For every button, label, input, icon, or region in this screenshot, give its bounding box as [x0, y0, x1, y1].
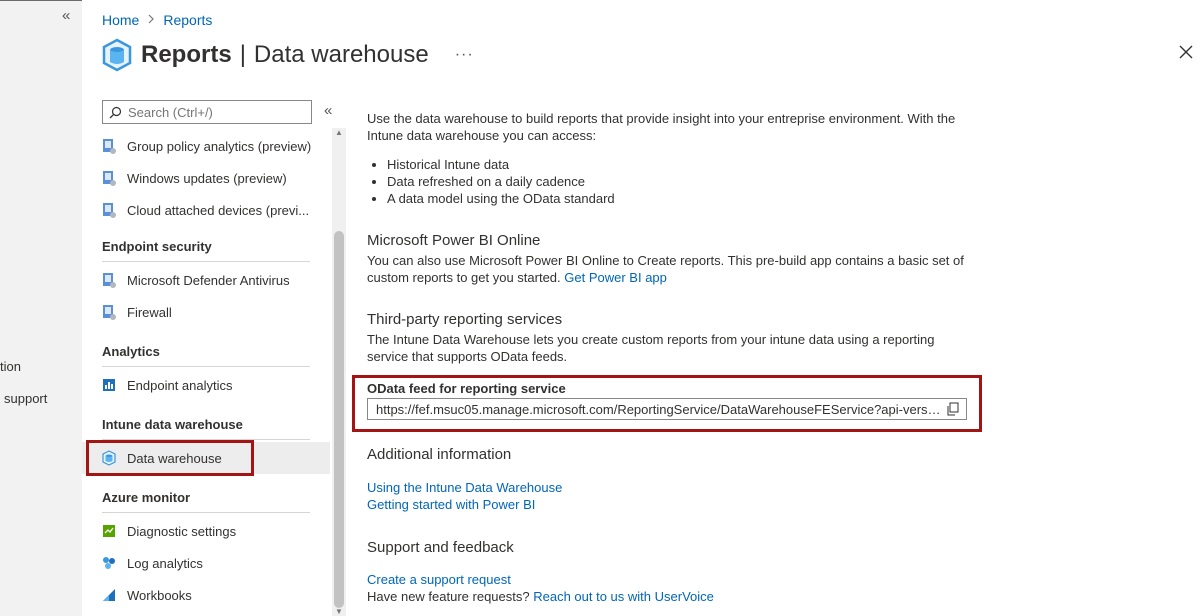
scroll-up-icon[interactable]: ▲	[335, 128, 343, 137]
diagnostic-icon	[103, 525, 115, 537]
thirdparty-heading: Third-party reporting services	[367, 311, 563, 328]
portal-nav-item[interactable]: support	[4, 391, 47, 406]
copy-icon[interactable]	[946, 402, 960, 416]
policy-icon	[103, 203, 116, 218]
menu-item-workbooks[interactable]: Workbooks	[82, 579, 330, 611]
section-analytics: Analytics	[102, 344, 310, 367]
portal-nav-item[interactable]: tion	[0, 359, 21, 374]
menu-search-input[interactable]	[128, 104, 308, 120]
collapse-menu-icon[interactable]: «	[324, 102, 332, 119]
resource-menu: Group policy analytics (preview) Windows…	[82, 130, 330, 616]
menu-item-label: Diagnostic settings	[127, 523, 237, 539]
intro-text: Intune data warehouse you can access:	[367, 128, 597, 143]
thirdparty-text: The Intune Data Warehouse lets you creat…	[367, 332, 935, 347]
intune-data-warehouse-link[interactable]: Using the Intune Data Warehouse	[367, 479, 562, 496]
menu-item-group-policy-analytics[interactable]: Group policy analytics (preview)	[82, 130, 330, 162]
support-heading: Support and feedback	[367, 539, 514, 556]
data-warehouse-icon	[102, 450, 116, 466]
search-icon	[109, 106, 122, 118]
section-intune-data-warehouse: Intune data warehouse	[102, 417, 310, 440]
odata-feed-url[interactable]: https://fef.msuc05.manage.microsoft.com/…	[376, 401, 942, 418]
intro-text: Use the data warehouse to build reports …	[367, 111, 956, 126]
policy-icon	[103, 273, 116, 288]
log-analytics-icon	[103, 557, 115, 569]
odata-feed-field[interactable]: https://fef.msuc05.manage.microsoft.com/…	[367, 398, 967, 420]
page-title: Reports	[141, 41, 232, 68]
menu-item-label: Microsoft Defender Antivirus	[127, 272, 290, 288]
workbooks-icon	[103, 589, 115, 601]
menu-search-box[interactable]	[102, 100, 312, 124]
powerbi-heading: Microsoft Power BI Online	[367, 232, 541, 249]
powerbi-text: custom reports to get you started.	[367, 270, 561, 285]
section-endpoint-security: Endpoint security	[102, 239, 310, 262]
policy-icon	[103, 171, 116, 186]
list-item: Historical Intune data	[387, 156, 615, 173]
menu-item-label: Firewall	[127, 304, 172, 320]
menu-item-label: Windows updates (preview)	[127, 170, 287, 186]
feature-request-text: Have new feature requests?	[367, 589, 530, 604]
close-icon[interactable]	[1176, 42, 1196, 62]
section-azure-monitor: Azure monitor	[102, 490, 310, 513]
menu-item-log-analytics[interactable]: Log analytics	[82, 547, 330, 579]
list-item: Data refreshed on a daily cadence	[387, 173, 615, 190]
menu-item-label: Group policy analytics (preview)	[127, 138, 312, 154]
list-item: A data model using the OData standard	[387, 190, 615, 207]
scroll-down-icon[interactable]: ▼	[335, 607, 343, 616]
data-warehouse-icon	[102, 38, 132, 72]
page-header: Reports | Data warehouse ···	[102, 38, 474, 72]
feature-list: Historical Intune data Data refreshed on…	[387, 156, 615, 207]
breadcrumb-home[interactable]: Home	[102, 12, 139, 28]
analytics-icon	[103, 379, 115, 391]
menu-item-endpoint-analytics[interactable]: Endpoint analytics	[82, 369, 330, 401]
portal-nav: « tion support	[0, 0, 82, 616]
get-powerbi-app-link[interactable]: Get Power BI app	[564, 270, 667, 285]
page-subtitle: Data warehouse	[253, 41, 429, 68]
menu-item-label: Cloud attached devices (previ...	[127, 202, 310, 218]
scrollbar-thumb[interactable]	[334, 231, 344, 608]
getting-started-powerbi-link[interactable]: Getting started with Power BI	[367, 496, 535, 513]
menu-item-label: Log analytics	[127, 555, 203, 571]
menu-item-diagnostic-settings[interactable]: Diagnostic settings	[82, 515, 330, 547]
breadcrumb-reports[interactable]: Reports	[163, 12, 212, 28]
menu-item-firewall[interactable]: Firewall	[82, 296, 330, 328]
app-window: « tion support Home Reports Reports | Da…	[0, 0, 1200, 616]
menu-item-defender-antivirus[interactable]: Microsoft Defender Antivirus	[82, 264, 330, 296]
chevron-right-icon	[147, 13, 155, 27]
menu-item-label: Endpoint analytics	[127, 377, 233, 393]
thirdparty-text: service that supports OData feeds.	[367, 349, 568, 364]
collapse-nav-icon[interactable]: «	[62, 7, 70, 24]
odata-feed-label: OData feed for reporting service	[367, 381, 566, 396]
menu-item-cloud-attached-devices[interactable]: Cloud attached devices (previ...	[82, 194, 330, 226]
additional-info-heading: Additional information	[367, 446, 512, 463]
menu-item-data-warehouse[interactable]: Data warehouse	[82, 442, 330, 474]
more-options-icon[interactable]: ···	[455, 46, 474, 64]
uservoice-link[interactable]: Reach out to us with UserVoice	[533, 589, 714, 604]
menu-item-label: Workbooks	[127, 587, 192, 603]
powerbi-text-2: custom reports to get you started. Get P…	[367, 269, 667, 286]
feature-request-line: Have new feature requests? Reach out to …	[367, 588, 714, 605]
menu-item-label: Data warehouse	[127, 450, 222, 466]
create-support-request-link[interactable]: Create a support request	[367, 571, 511, 588]
powerbi-text: You can also use Microsoft Power BI Onli…	[367, 253, 964, 268]
policy-icon	[103, 139, 116, 154]
policy-icon	[103, 305, 116, 320]
menu-scrollbar[interactable]: ▲ ▼	[332, 128, 346, 616]
menu-item-windows-updates[interactable]: Windows updates (preview)	[82, 162, 330, 194]
title-separator: |	[239, 41, 246, 68]
breadcrumb: Home Reports	[102, 12, 212, 28]
